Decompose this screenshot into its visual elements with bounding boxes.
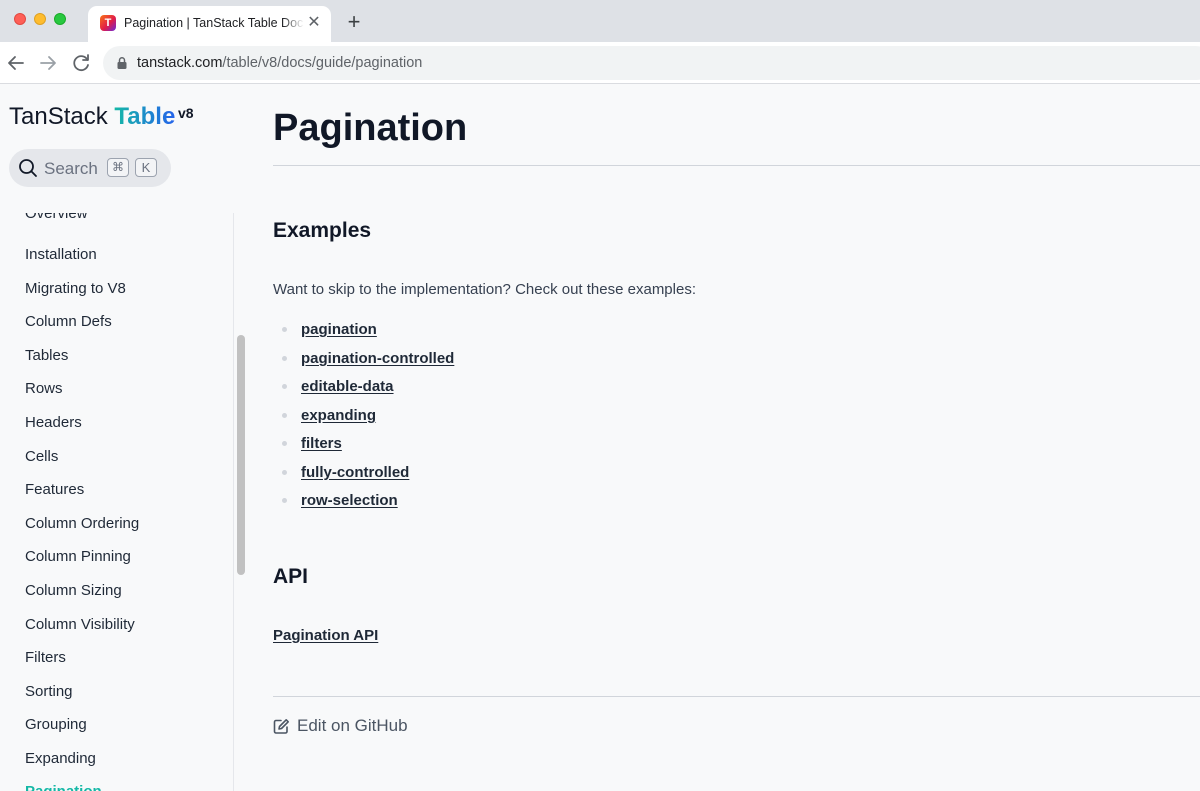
- forward-arrow-icon[interactable]: [36, 51, 60, 75]
- list-bullet: [282, 356, 287, 361]
- sidebar-item-cells[interactable]: Cells: [25, 448, 58, 465]
- sidebar-item-headers[interactable]: Headers: [25, 414, 82, 431]
- url-text[interactable]: tanstack.com/table/v8/docs/guide/paginat…: [137, 55, 422, 71]
- back-arrow-icon[interactable]: [4, 51, 28, 75]
- search-button[interactable]: Search ⌘ K: [9, 149, 171, 187]
- window-zoom-button[interactable]: [54, 13, 66, 25]
- site-logo[interactable]: TanStack Table: [9, 103, 175, 131]
- version-badge[interactable]: v8: [178, 105, 194, 121]
- window-minimize-button[interactable]: [34, 13, 46, 25]
- example-link-editable-data[interactable]: editable-data: [301, 378, 394, 395]
- api-heading: API: [273, 565, 309, 588]
- url-path: /table/v8/docs/guide/pagination: [222, 55, 423, 71]
- edit-icon: [273, 719, 289, 734]
- sidebar-item-sorting[interactable]: Sorting: [25, 683, 73, 700]
- sidebar-item-column-pinning[interactable]: Column Pinning: [25, 548, 131, 565]
- sidebar-item-tables[interactable]: Tables: [25, 347, 68, 364]
- example-link-fully-controlled[interactable]: fully-controlled: [301, 464, 409, 481]
- reload-icon[interactable]: [69, 51, 93, 75]
- browser-tab-bar: T Pagination | TanStack Table Docs ✕ +: [0, 0, 1200, 42]
- browser-toolbar: tanstack.com/table/v8/docs/guide/paginat…: [0, 42, 1200, 84]
- docs-page: TanStack Table v8 Search ⌘ K Overview In…: [0, 85, 1200, 791]
- command-key-icon: ⌘: [107, 158, 129, 177]
- example-link-filters[interactable]: filters: [301, 435, 342, 452]
- pagination-api-link[interactable]: Pagination API: [273, 627, 378, 644]
- page-title: Pagination: [273, 107, 468, 149]
- list-bullet: [282, 384, 287, 389]
- list-bullet: [282, 327, 287, 332]
- examples-intro: Want to skip to the implementation? Chec…: [273, 281, 696, 298]
- edit-on-github-label: Edit on GitHub: [297, 716, 408, 735]
- sidebar-item-rows[interactable]: Rows: [25, 380, 63, 397]
- sidebar-item-column-ordering[interactable]: Column Ordering: [25, 515, 139, 532]
- sidebar-item-column-sizing[interactable]: Column Sizing: [25, 582, 122, 599]
- list-bullet: [282, 470, 287, 475]
- k-key: K: [135, 158, 157, 177]
- brand-name: TanStack: [9, 103, 108, 130]
- sidebar-item-migrating-to-v8[interactable]: Migrating to V8: [25, 280, 126, 297]
- sidebar-scrollbar[interactable]: [237, 335, 245, 575]
- tab-close-icon[interactable]: ✕: [305, 14, 323, 32]
- footer-divider: [273, 696, 1200, 697]
- sidebar-item-pagination[interactable]: Pagination: [25, 783, 102, 791]
- sidebar-item-expanding[interactable]: Expanding: [25, 750, 96, 767]
- sidebar-item-features[interactable]: Features: [25, 481, 84, 498]
- docs-sidebar: Overview Installation Migrating to V8 Co…: [0, 213, 234, 791]
- sidebar-item-grouping[interactable]: Grouping: [25, 716, 87, 733]
- sidebar-item-column-defs[interactable]: Column Defs: [25, 313, 112, 330]
- list-bullet: [282, 413, 287, 418]
- url-host: tanstack.com: [137, 55, 223, 71]
- brand-product: Table: [114, 103, 176, 130]
- search-icon: [19, 159, 37, 177]
- sidebar-item-installation[interactable]: Installation: [25, 246, 97, 263]
- lock-icon: [117, 57, 127, 69]
- examples-heading: Examples: [273, 219, 372, 242]
- example-link-row-selection[interactable]: row-selection: [301, 492, 398, 509]
- list-bullet: [282, 498, 287, 503]
- sidebar-item-column-visibility[interactable]: Column Visibility: [25, 616, 135, 633]
- example-link-pagination[interactable]: pagination: [301, 321, 377, 338]
- address-bar[interactable]: tanstack.com/table/v8/docs/guide/paginat…: [103, 46, 1200, 80]
- tab-title: Pagination | TanStack Table Docs: [124, 16, 304, 30]
- window-close-button[interactable]: [14, 13, 26, 25]
- sidebar-item-filters[interactable]: Filters: [25, 649, 66, 666]
- new-tab-button[interactable]: +: [343, 11, 365, 33]
- sidebar-item-overview[interactable]: Overview: [25, 213, 88, 222]
- example-link-expanding[interactable]: expanding: [301, 407, 376, 424]
- tanstack-favicon-icon: T: [100, 15, 116, 31]
- browser-tab[interactable]: T Pagination | TanStack Table Docs ✕: [88, 6, 331, 42]
- search-label: Search: [44, 159, 98, 178]
- example-link-pagination-controlled[interactable]: pagination-controlled: [301, 350, 454, 367]
- title-divider: [273, 165, 1200, 166]
- list-bullet: [282, 441, 287, 446]
